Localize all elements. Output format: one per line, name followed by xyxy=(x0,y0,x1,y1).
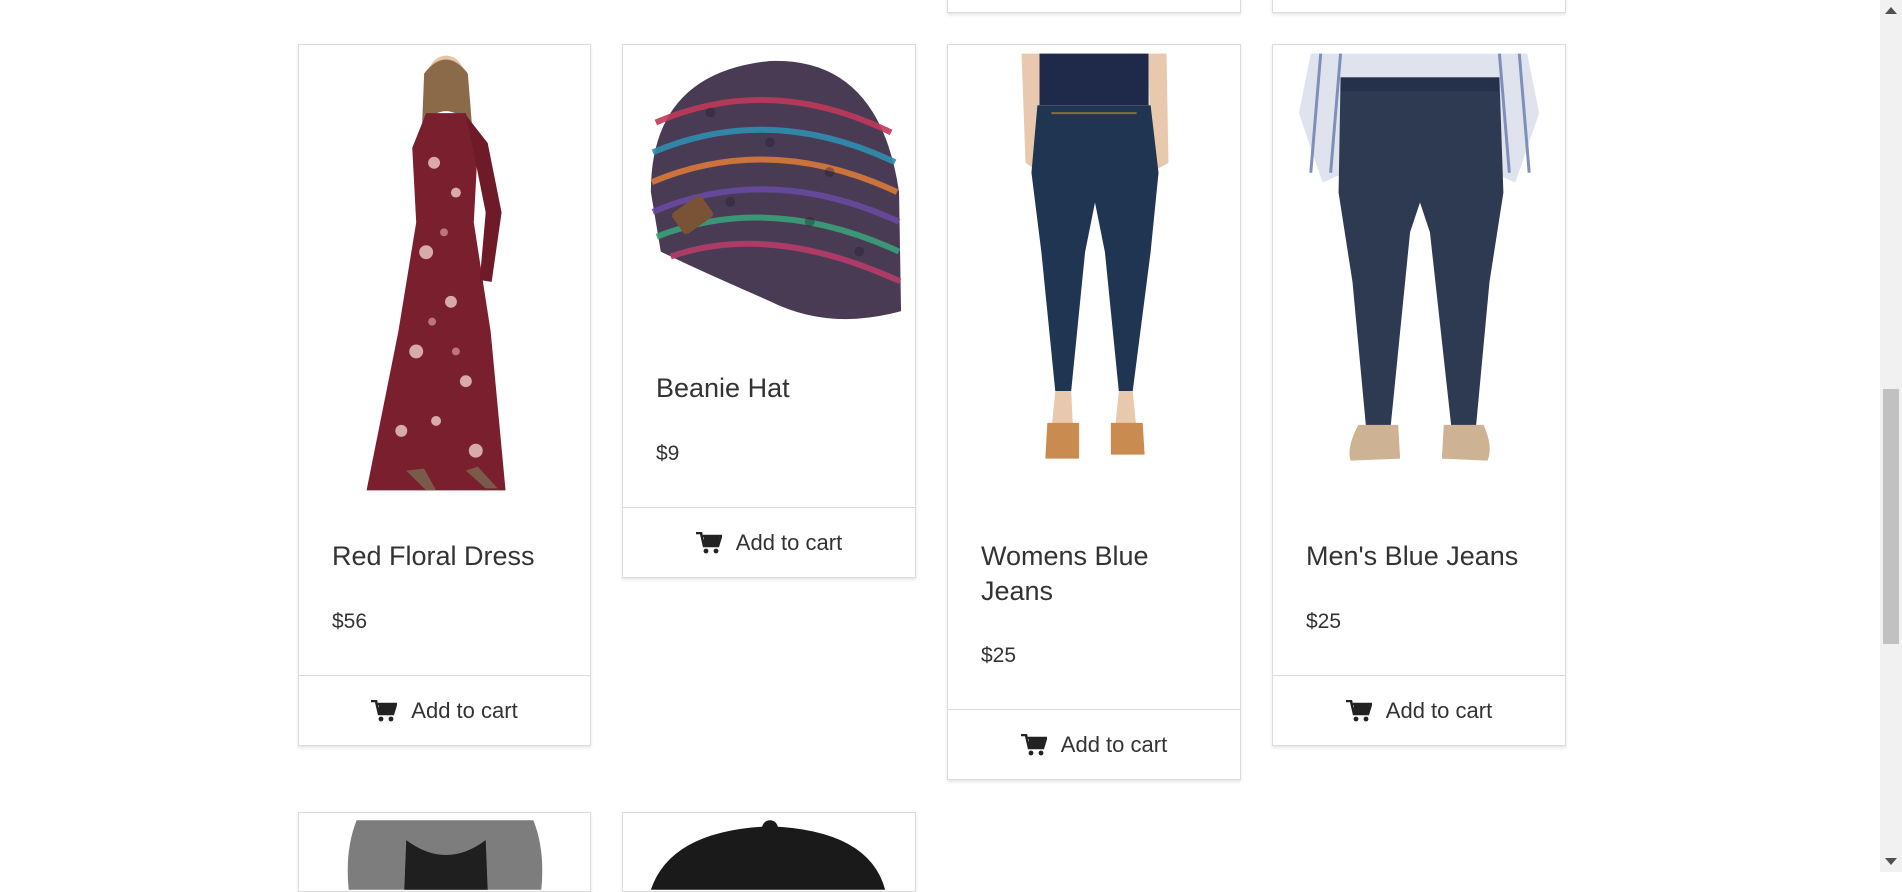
product-image-mens-jeans[interactable] xyxy=(1281,52,1557,494)
add-to-cart-label: Add to cart xyxy=(1385,697,1493,723)
add-to-cart-label: Add to cart xyxy=(411,697,518,723)
product-card-partial-top-4 xyxy=(1272,0,1566,13)
add-to-cart-button[interactable]: Add to cart xyxy=(299,675,590,745)
clothing-illustration-partial xyxy=(307,820,582,890)
product-image-partial[interactable] xyxy=(307,820,582,890)
add-to-cart-button[interactable]: Add to cart xyxy=(623,507,915,577)
womens-jeans-illustration xyxy=(956,53,1232,493)
product-price: $25 xyxy=(981,644,1017,667)
product-card: Men's Blue Jeans $25 Add to cart xyxy=(1272,44,1566,746)
shopping-cart-icon xyxy=(1020,733,1047,756)
product-title[interactable]: Womens Blue Jeans xyxy=(981,539,1210,609)
product-image-dress[interactable] xyxy=(307,52,582,494)
cap-illustration-partial xyxy=(631,820,907,890)
scroll-up-icon[interactable] xyxy=(1885,7,1897,14)
product-image-womens-jeans[interactable] xyxy=(956,52,1232,494)
product-image-beanie[interactable] xyxy=(631,52,907,332)
shopping-cart-icon xyxy=(371,699,398,722)
mens-trousers-illustration xyxy=(1281,53,1557,493)
product-price: $56 xyxy=(332,610,368,633)
product-title[interactable]: Men's Blue Jeans xyxy=(1306,539,1535,574)
product-price: $25 xyxy=(1306,610,1342,633)
product-image-partial[interactable] xyxy=(631,820,907,890)
add-to-cart-button[interactable]: Add to cart xyxy=(1273,675,1565,745)
product-card-partial-bottom-1 xyxy=(298,812,591,892)
product-price: $9 xyxy=(656,442,680,465)
add-to-cart-label: Add to cart xyxy=(1060,731,1168,757)
shopping-cart-icon xyxy=(695,531,722,554)
product-card-partial-top-3 xyxy=(947,0,1241,13)
scrollbar-thumb[interactable] xyxy=(1883,389,1899,644)
add-to-cart-label: Add to cart xyxy=(735,529,843,555)
beanie-illustration xyxy=(631,53,907,331)
add-to-cart-button[interactable]: Add to cart xyxy=(948,709,1240,779)
vertical-scrollbar[interactable] xyxy=(1880,0,1902,872)
dress-illustration xyxy=(307,53,582,493)
shopping-cart-icon xyxy=(1345,699,1372,722)
product-card: Beanie Hat $9 Add to cart xyxy=(622,44,916,578)
product-title[interactable]: Red Floral Dress xyxy=(332,539,560,574)
product-card: Womens Blue Jeans $25 Add to cart xyxy=(947,44,1241,780)
product-card: Red Floral Dress $56 Add to cart xyxy=(298,44,591,746)
product-card-partial-bottom-2 xyxy=(622,812,916,892)
product-title[interactable]: Beanie Hat xyxy=(656,371,885,406)
scroll-down-icon[interactable] xyxy=(1885,858,1897,865)
